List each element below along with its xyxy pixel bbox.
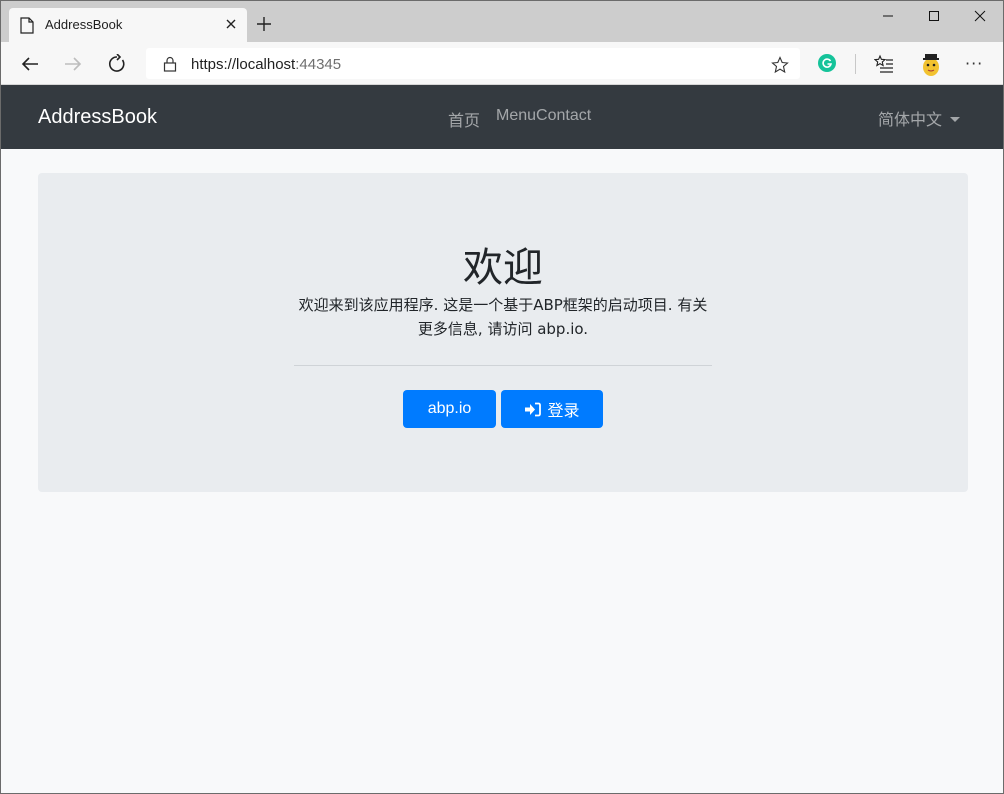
minimize-icon — [883, 15, 893, 17]
menu-item-home[interactable]: 首页 — [448, 107, 480, 131]
forward-button[interactable] — [59, 50, 87, 78]
plus-icon[interactable] — [255, 15, 273, 33]
toolbar-divider — [855, 54, 856, 74]
divider — [294, 365, 712, 366]
tab-strip: AddressBook — [1, 1, 1003, 42]
chevron-down-icon — [950, 116, 961, 122]
back-button[interactable] — [16, 50, 44, 78]
login-button[interactable]: 登录 — [501, 390, 603, 428]
login-button-label: 登录 — [547, 403, 580, 420]
lock-icon — [163, 56, 177, 72]
refresh-button[interactable] — [103, 50, 131, 78]
back-arrow-icon — [21, 57, 38, 71]
minimize-button[interactable] — [865, 1, 911, 31]
browser-tab[interactable]: AddressBook — [9, 8, 247, 42]
app-navbar: AddressBook 首页 MenuContact 简体中文 — [1, 85, 1003, 149]
favorites-icon[interactable] — [874, 54, 894, 74]
abp-link-button[interactable]: abp.io — [403, 390, 496, 428]
brand-link[interactable]: AddressBook — [38, 106, 157, 129]
browser-toolbar: https://localhost:44345 ··· — [1, 42, 1003, 85]
star-icon[interactable] — [771, 56, 789, 74]
address-bar[interactable]: https://localhost:44345 — [146, 48, 800, 79]
maximize-button[interactable] — [911, 1, 957, 31]
sign-in-icon — [525, 402, 542, 416]
menu-item-contact[interactable]: MenuContact — [496, 107, 591, 131]
welcome-jumbotron: 欢迎 欢迎来到该应用程序. 这是一个基于ABP框架的启动项目. 有关更多信息, … — [38, 173, 968, 492]
url-port: :44345 — [295, 56, 342, 73]
grammarly-icon[interactable] — [818, 54, 836, 72]
welcome-text: 欢迎来到该应用程序. 这是一个基于ABP框架的启动项目. 有关更多信息, 请访问… — [298, 296, 708, 338]
profile-avatar-icon[interactable] — [919, 51, 943, 77]
page-icon — [20, 17, 34, 34]
more-icon[interactable]: ··· — [965, 54, 987, 74]
grammarly-glyph — [822, 58, 833, 68]
language-dropdown[interactable]: 简体中文 — [878, 106, 961, 130]
refresh-icon — [109, 54, 125, 72]
tab-title: AddressBook — [45, 17, 123, 32]
forward-arrow-icon — [65, 57, 82, 71]
close-icon — [974, 10, 986, 22]
close-window-button[interactable] — [957, 1, 1003, 31]
browser-window: AddressBook https://localhost:44345 ··· … — [0, 0, 1004, 794]
url-host: https://localhost — [191, 56, 296, 73]
url-text: https://localhost:44345 — [191, 56, 341, 73]
maximize-icon — [929, 11, 939, 21]
abp-button-label: abp.io — [427, 400, 472, 417]
language-label: 简体中文 — [878, 112, 943, 129]
page-title: 欢迎 — [463, 245, 543, 291]
main-menu: 首页 MenuContact — [448, 107, 591, 131]
close-icon[interactable] — [223, 16, 239, 32]
